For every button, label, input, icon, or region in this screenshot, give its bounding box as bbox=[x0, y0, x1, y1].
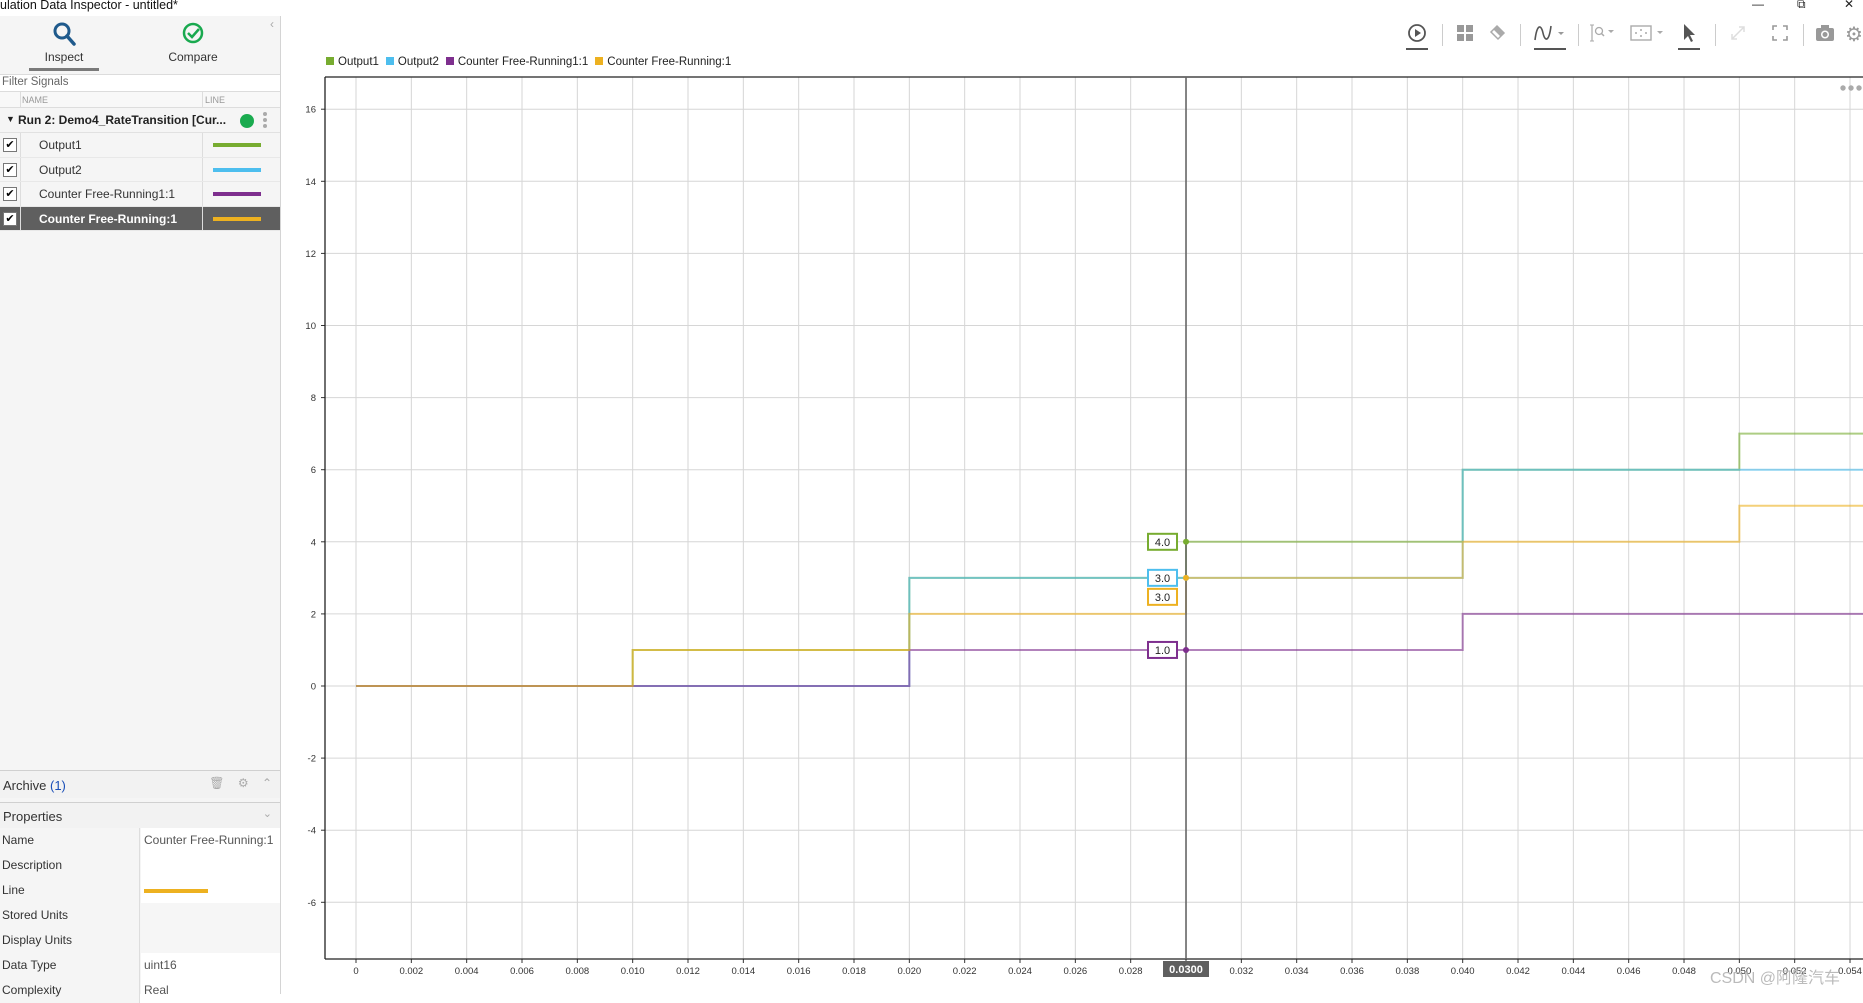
x-tick-label: 0.044 bbox=[1561, 966, 1585, 977]
cursor-value-label: 3.0 bbox=[1155, 573, 1170, 585]
more-horizontal-icon[interactable] bbox=[1848, 85, 1854, 91]
cursor-point bbox=[1183, 574, 1190, 581]
x-tick-label: 0.002 bbox=[399, 966, 423, 977]
y-tick-label: 8 bbox=[311, 393, 316, 404]
watermark: CSDN @阿隆汽车 bbox=[1710, 970, 1841, 987]
x-tick-label: 0.016 bbox=[787, 966, 811, 977]
series-line-output1[interactable] bbox=[356, 432, 1863, 687]
y-tick-label: -4 bbox=[308, 826, 316, 837]
x-tick-label: 0.048 bbox=[1672, 966, 1696, 977]
cursor-value-label: 4.0 bbox=[1155, 537, 1170, 549]
x-tick-label: 0.024 bbox=[1008, 966, 1032, 977]
x-tick-label: 0.046 bbox=[1617, 966, 1641, 977]
y-tick-label: 10 bbox=[305, 321, 316, 332]
x-tick-label: 0.010 bbox=[621, 966, 645, 977]
x-tick-label: 0.040 bbox=[1451, 966, 1475, 977]
y-tick-label: -2 bbox=[308, 754, 316, 765]
x-tick-label: 0.036 bbox=[1340, 966, 1364, 977]
cursor-time-label: 0.0300 bbox=[1169, 964, 1203, 976]
cursor-point bbox=[1183, 538, 1190, 545]
cursor-value-label: 1.0 bbox=[1155, 645, 1170, 657]
x-tick-label: 0.042 bbox=[1506, 966, 1530, 977]
signal-plot[interactable]: 0 0.002 0.004 0.006 0.008 0.010 0.012 0.014 0.01… bbox=[0, 0, 1863, 994]
x-tick-label: 0.032 bbox=[1229, 966, 1253, 977]
y-tick-label: 4 bbox=[311, 537, 316, 548]
more-horizontal-icon[interactable] bbox=[1856, 85, 1862, 91]
y-tick-label: 14 bbox=[305, 177, 316, 188]
x-tick-label: 0.004 bbox=[455, 966, 479, 977]
y-tick-label: 0 bbox=[311, 682, 316, 693]
x-tick-label: 0.006 bbox=[510, 966, 534, 977]
x-tick-label: 0.020 bbox=[897, 966, 921, 977]
series-line-output2[interactable] bbox=[356, 468, 1863, 687]
x-tick-label: 0.022 bbox=[953, 966, 977, 977]
x-tick-label: 0.018 bbox=[842, 966, 866, 977]
x-tick-label: 0.012 bbox=[676, 966, 700, 977]
x-tick-label: 0.054 bbox=[1838, 966, 1862, 977]
x-tick-label: 0.038 bbox=[1395, 966, 1419, 977]
cursor-point bbox=[1183, 646, 1190, 653]
x-tick-label: 0 bbox=[353, 966, 358, 977]
y-tick-label: 2 bbox=[311, 609, 316, 620]
x-tick-label: 0.028 bbox=[1119, 966, 1143, 977]
y-tick-label: -6 bbox=[308, 898, 316, 909]
y-tick-label: 16 bbox=[305, 105, 316, 116]
more-horizontal-icon[interactable] bbox=[1840, 85, 1846, 91]
x-tick-label: 0.034 bbox=[1285, 966, 1309, 977]
series-line-counter-free-running-1[interactable] bbox=[356, 504, 1863, 687]
x-tick-label: 0.008 bbox=[565, 966, 589, 977]
y-tick-label: 12 bbox=[305, 249, 316, 260]
x-tick-label: 0.026 bbox=[1063, 966, 1087, 977]
y-tick-label: 6 bbox=[311, 465, 316, 476]
x-tick-label: 0.014 bbox=[731, 966, 755, 977]
cursor-value-label: 3.0 bbox=[1155, 592, 1170, 604]
series-line-counter-free-running1-1[interactable] bbox=[356, 612, 1863, 687]
